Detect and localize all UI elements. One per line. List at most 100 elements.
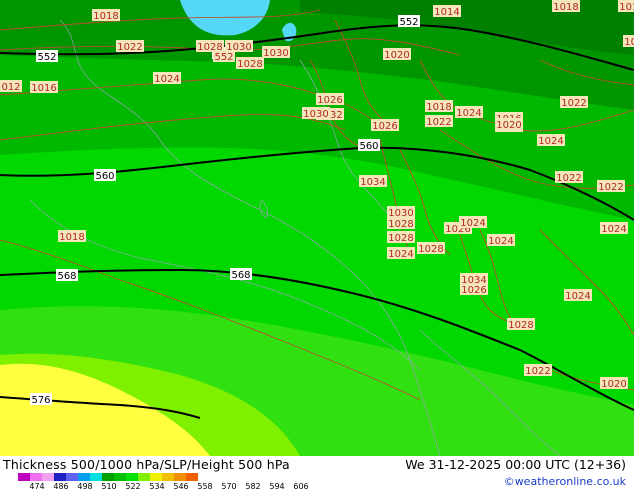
height-label: 560 bbox=[94, 169, 116, 182]
pressure-label: 1022 bbox=[524, 364, 552, 377]
pressure-label-text: 1022 bbox=[426, 117, 451, 128]
svg-text:560: 560 bbox=[359, 141, 378, 152]
pressure-label-text: 1024 bbox=[565, 291, 590, 302]
map-canvas: 552 552 552 560 560 568 568 576 1018 1022… bbox=[0, 0, 634, 457]
svg-text:576: 576 bbox=[31, 395, 50, 406]
colorbar-swatch bbox=[54, 473, 66, 481]
pressure-label-text: 1026 bbox=[317, 95, 342, 106]
map-title: Thickness 500/1000 hPa/SLP/Height 500 hP… bbox=[3, 457, 290, 472]
pressure-label: 1014 bbox=[623, 35, 634, 48]
pressure-label: 1020 bbox=[383, 48, 411, 61]
pressure-label: 1034 bbox=[359, 175, 387, 188]
pressure-label-text: 1024 bbox=[488, 236, 513, 247]
pressure-label-text: 1024 bbox=[154, 74, 179, 85]
pressure-label: 012 bbox=[0, 80, 22, 93]
forecast-datetime: We 31-12-2025 00:00 UTC (12+36) bbox=[405, 457, 626, 472]
pressure-label-text: 1028 bbox=[418, 244, 443, 255]
pressure-label-text: 1016 bbox=[31, 83, 56, 94]
pressure-label-text: 1028 bbox=[388, 219, 413, 230]
colorbar-swatch bbox=[42, 473, 54, 481]
colorbar-swatch bbox=[114, 473, 126, 481]
colorbar-swatch bbox=[18, 473, 30, 481]
pressure-label-text: 1024 bbox=[388, 249, 413, 260]
pressure-label: 1024 bbox=[564, 289, 592, 302]
pressure-label-text: 1026 bbox=[461, 285, 486, 296]
height-label: 552 bbox=[398, 15, 420, 28]
pressure-label-text: 1028 bbox=[388, 233, 413, 244]
colorbar-swatch bbox=[78, 473, 90, 481]
svg-text:568: 568 bbox=[57, 271, 76, 282]
pressure-label: 1028 bbox=[417, 242, 445, 255]
pressure-label: 1024 bbox=[600, 222, 628, 235]
credit-link[interactable]: ©weatheronline.co.uk bbox=[504, 475, 626, 488]
pressure-label-text: 1020 bbox=[384, 50, 409, 61]
pressure-label: 1026 bbox=[460, 283, 488, 296]
pressure-label-text: 1026 bbox=[372, 121, 397, 132]
svg-text:560: 560 bbox=[95, 171, 114, 182]
pressure-label: 1018 bbox=[425, 100, 453, 113]
height-label: 568 bbox=[56, 269, 78, 282]
colorbar-swatch bbox=[30, 473, 42, 481]
height-label: 568 bbox=[230, 268, 252, 281]
colorbar-swatch bbox=[102, 473, 114, 481]
svg-text:568: 568 bbox=[231, 270, 250, 281]
pressure-label-text: 1016 bbox=[619, 2, 634, 13]
pressure-label: 1016 bbox=[618, 0, 634, 13]
height-label: 576 bbox=[30, 393, 52, 406]
pressure-label: 1022 bbox=[425, 115, 453, 128]
colorbar-swatch bbox=[138, 473, 150, 481]
pressure-label-text: 1018 bbox=[59, 232, 84, 243]
pressure-label: 1016 bbox=[30, 81, 58, 94]
pressure-label: 1018 bbox=[92, 9, 120, 22]
pressure-label: 1022 bbox=[555, 171, 583, 184]
pressure-label-text: 552 bbox=[214, 52, 233, 63]
pressure-label-text: 012 bbox=[1, 82, 20, 93]
colorbar bbox=[18, 473, 198, 481]
colorbar-swatch bbox=[90, 473, 102, 481]
svg-text:552: 552 bbox=[37, 52, 56, 63]
pressure-label: 1028 bbox=[387, 231, 415, 244]
pressure-label-text: 1022 bbox=[561, 98, 586, 109]
colorbar-swatch bbox=[150, 473, 162, 481]
colorbar-swatch bbox=[186, 473, 198, 481]
pressure-label: 1018 bbox=[58, 230, 86, 243]
pressure-label: 1014 bbox=[433, 5, 461, 18]
height-label: 552 bbox=[36, 50, 58, 63]
pressure-label-text: 1022 bbox=[556, 173, 581, 184]
pressure-label: 1022 bbox=[560, 96, 588, 109]
pressure-label-text: 1018 bbox=[426, 102, 451, 113]
pressure-label: 1028 bbox=[236, 57, 264, 70]
pressure-label: 1026 bbox=[371, 119, 399, 132]
pressure-label: 1030 bbox=[302, 107, 330, 120]
pressure-label-text: 1022 bbox=[117, 42, 142, 53]
svg-text:552: 552 bbox=[399, 17, 418, 28]
weather-map: 552 552 552 560 560 568 568 576 1018 1022… bbox=[0, 0, 634, 457]
pressure-label-text: 1028 bbox=[508, 320, 533, 331]
pressure-label-text: 1022 bbox=[525, 366, 550, 377]
pressure-label-text: 1028 bbox=[237, 59, 262, 70]
colorbar-swatch bbox=[162, 473, 174, 481]
pressure-label: 1022 bbox=[597, 180, 625, 193]
pressure-label: 1024 bbox=[455, 106, 483, 119]
pressure-label-text: 1024 bbox=[456, 108, 481, 119]
pressure-label-text: 1020 bbox=[601, 379, 626, 390]
pressure-label: 1030 bbox=[262, 46, 290, 59]
pressure-label-text: 1022 bbox=[598, 182, 623, 193]
pressure-label: 552 bbox=[213, 50, 235, 63]
pressure-label: 1028 bbox=[387, 217, 415, 230]
pressure-label-text: 1024 bbox=[601, 224, 626, 235]
pressure-label-text: 1024 bbox=[538, 136, 563, 147]
colorbar-swatch bbox=[66, 473, 78, 481]
height-label: 560 bbox=[358, 139, 380, 152]
pressure-label: 1020 bbox=[600, 377, 628, 390]
pressure-label-text: 1014 bbox=[434, 7, 459, 18]
map-footer: Thickness 500/1000 hPa/SLP/Height 500 hP… bbox=[0, 456, 634, 491]
colorbar-swatch bbox=[174, 473, 186, 481]
pressure-label: 1024 bbox=[153, 72, 181, 85]
pressure-label: 1024 bbox=[487, 234, 515, 247]
pressure-label-text: 1034 bbox=[360, 177, 385, 188]
pressure-label: 1024 bbox=[387, 247, 415, 260]
pressure-label: 1024 bbox=[537, 134, 565, 147]
pressure-label: 1024 bbox=[459, 216, 487, 229]
pressure-label: 1022 bbox=[116, 40, 144, 53]
